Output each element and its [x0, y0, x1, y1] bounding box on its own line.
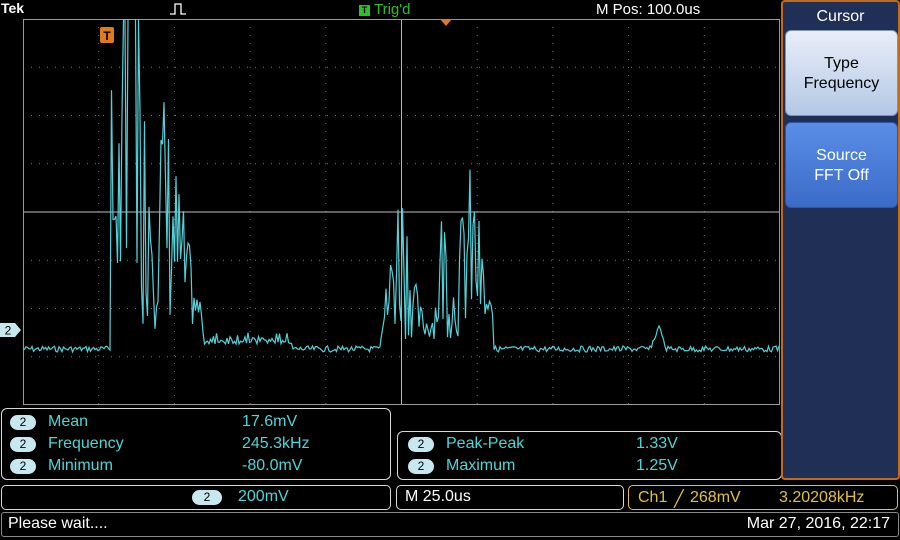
measurement-label: Minimum — [48, 457, 113, 474]
trigger-state-icon: T — [359, 5, 370, 16]
measurement-label: Frequency — [48, 435, 124, 452]
date-time: Mar 27, 2016, 22:17 — [746, 515, 890, 532]
waveform-display[interactable]: T — [23, 19, 780, 405]
button-label-line2: FFT Off — [814, 167, 869, 184]
measurements-panel-right[interactable]: 2 Peak-Peak 1.33V 2 Maximum 1.25V — [397, 431, 782, 480]
channel-badge: 2 — [408, 459, 434, 474]
measurement-row: 2 Minimum -80.0mV — [10, 457, 380, 477]
cursor-side-menu: Cursor Type Frequency Source FFT Off — [781, 0, 900, 480]
measurement-row: 2 Frequency 245.3kHz — [10, 435, 380, 455]
horizontal-position-readout: M Pos: 100.0us — [596, 1, 701, 18]
channel-badge: 2 — [10, 459, 36, 474]
trigger-channel: Ch1 — [638, 489, 668, 506]
button-label-line1: Type — [824, 55, 859, 72]
channel2-ground-marker[interactable]: 2 — [0, 322, 22, 338]
pulse-trigger-icon — [170, 3, 186, 15]
button-label-line1: Source — [816, 147, 867, 164]
timebase-readout[interactable]: M 25.0us — [396, 485, 624, 510]
button-label-line2: Frequency — [803, 75, 880, 92]
measurements-panel-left[interactable]: 2 Mean 17.6mV 2 Frequency 245.3kHz 2 Min… — [1, 408, 391, 480]
measurement-value: -80.0mV — [242, 457, 303, 474]
cursor-type-button[interactable]: Type Frequency — [785, 30, 898, 116]
measurement-value: 17.6mV — [242, 413, 298, 430]
measurement-label: Peak-Peak — [446, 435, 525, 452]
channel-badge: 2 — [10, 437, 36, 452]
measurement-row: 2 Peak-Peak 1.33V — [408, 435, 768, 455]
status-message: Please wait.... — [8, 515, 108, 532]
rising-edge-icon: ╱ — [674, 491, 684, 508]
top-status-bar: Tek T Trig'd M Pos: 100.0us — [0, 0, 780, 19]
measurement-value: 1.25V — [636, 457, 678, 474]
trigger-readout[interactable]: Ch1 ╱ 268mV 3.20208kHz — [628, 485, 898, 510]
trigger-t-label: T — [103, 29, 111, 43]
measurement-label: Mean — [48, 413, 89, 430]
trigger-state: T Trig'd — [359, 1, 410, 18]
measurement-row: 2 Mean 17.6mV — [10, 413, 380, 433]
channel2-marker-label: 2 — [5, 324, 12, 338]
trigger-state-label: Trig'd — [374, 1, 411, 18]
trigger-t-marker: T — [100, 27, 114, 43]
side-menu-title: Cursor — [816, 8, 865, 25]
channel-badge: 2 — [192, 490, 222, 505]
channel-badge: 2 — [10, 415, 36, 430]
cursor-source-button[interactable]: Source FFT Off — [785, 122, 898, 208]
trigger-frequency: 3.20208kHz — [779, 489, 865, 506]
channel-badge: 2 — [408, 437, 434, 452]
vertical-scale-value: 200mV — [238, 488, 289, 505]
measurement-value: 245.3kHz — [242, 435, 310, 452]
measurement-value: 1.33V — [636, 435, 678, 452]
measurement-label: Maximum — [446, 457, 516, 474]
message-bar: Please wait.... Mar 27, 2016, 22:17 — [1, 512, 899, 537]
brand-label: Tek — [1, 0, 25, 16]
vertical-scale-readout[interactable]: 2 200mV — [1, 485, 391, 510]
trigger-level: 268mV — [690, 489, 741, 506]
measurement-row: 2 Maximum 1.25V — [408, 457, 768, 477]
timebase-value: M 25.0us — [405, 488, 471, 505]
